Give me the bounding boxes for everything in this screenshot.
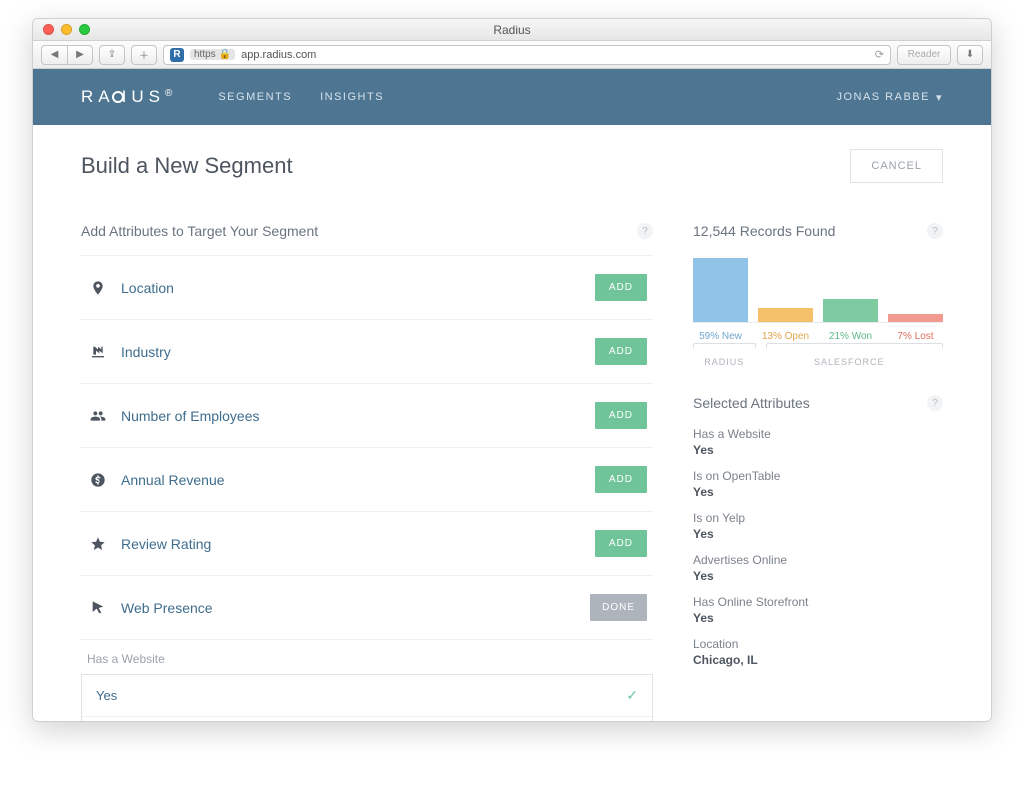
nav-segments[interactable]: SEGMENTS [218, 91, 292, 103]
selected-attribute-value: Yes [693, 485, 943, 499]
selected-attribute-key: Has Online Storefront [693, 595, 943, 609]
chart-source-labels: RADIUS SALESFORCE [693, 357, 943, 367]
chevron-down-icon: ▾ [936, 91, 943, 104]
selected-attribute-value: Yes [693, 443, 943, 457]
primary-nav: SEGMENTS INSIGHTS [218, 91, 384, 103]
selected-attribute: Location Chicago, IL [693, 637, 943, 667]
address-bar[interactable]: R https 🔒 app.radius.com ⟳ [163, 45, 891, 65]
help-icon[interactable]: ? [927, 223, 943, 239]
selected-attribute-value: Yes [693, 527, 943, 541]
selected-attribute: Has a Website Yes [693, 427, 943, 457]
bar-label: 21% Won [823, 331, 878, 342]
add-bookmark-button[interactable]: ＋ [131, 45, 157, 65]
page-viewport: RAIUS® SEGMENTS INSIGHTS JONAS RABBE ▾ B… [33, 69, 991, 721]
selected-attributes-title: Selected Attributes [693, 395, 810, 411]
attribute-label[interactable]: Number of Employees [121, 408, 260, 424]
records-bar-chart [693, 257, 943, 323]
bar [693, 257, 748, 322]
lock-icon: 🔒 [219, 49, 231, 60]
attribute-row: Web Presence DONE [81, 576, 653, 640]
selected-attribute: Has Online Storefront Yes [693, 595, 943, 625]
attribute-row: Location ADD [81, 255, 653, 320]
attribute-label[interactable]: Annual Revenue [121, 472, 225, 488]
selected-attribute: Advertises Online Yes [693, 553, 943, 583]
attribute-label[interactable]: Location [121, 280, 174, 296]
browser-window: Radius ◀ ▶ ⇪ ＋ R https 🔒 app.radius.com … [32, 18, 992, 722]
attribute-label[interactable]: Industry [121, 344, 171, 360]
selected-attribute-value: Yes [693, 611, 943, 625]
selected-attribute-key: Is on Yelp [693, 511, 943, 525]
selected-attribute-key: Is on OpenTable [693, 469, 943, 483]
bar [758, 257, 813, 322]
bar [823, 257, 878, 322]
attribute-row: Annual Revenue ADD [81, 448, 653, 512]
selected-attribute-key: Location [693, 637, 943, 651]
done-button[interactable]: DONE [590, 594, 647, 621]
people-icon [87, 408, 109, 424]
attribute-row: Industry ADD [81, 320, 653, 384]
add-button[interactable]: ADD [595, 274, 647, 301]
industry-icon [87, 344, 109, 360]
dollar-icon [87, 472, 109, 488]
selected-attribute-value: Yes [693, 569, 943, 583]
forward-button[interactable]: ▶ [67, 45, 93, 65]
bar-label: 13% Open [758, 331, 813, 342]
help-icon[interactable]: ? [927, 395, 943, 411]
add-button[interactable]: ADD [595, 466, 647, 493]
records-found-title: 12,544 Records Found [693, 223, 835, 239]
attribute-row: Review Rating ADD [81, 512, 653, 576]
option-yes[interactable]: Yes ✓ [82, 675, 652, 716]
selected-attribute-key: Advertises Online [693, 553, 943, 567]
user-menu[interactable]: JONAS RABBE ▾ [836, 91, 943, 104]
bar-label: 7% Lost [888, 331, 943, 342]
selected-attribute-key: Has a Website [693, 427, 943, 441]
check-icon: ✓ [626, 687, 638, 704]
cursor-icon [87, 600, 109, 616]
selected-attribute: Is on OpenTable Yes [693, 469, 943, 499]
bar [888, 257, 943, 322]
brand-logo[interactable]: RAIUS® [81, 87, 172, 107]
option-list: Yes ✓ No [81, 674, 653, 721]
add-button[interactable]: ADD [595, 530, 647, 557]
bar-label: 59% New [693, 331, 748, 342]
page-title: Build a New Segment [81, 153, 293, 179]
add-button[interactable]: ADD [595, 402, 647, 429]
favicon-icon: R [170, 48, 184, 62]
reader-button[interactable]: Reader [897, 45, 951, 65]
selected-attribute-value: Chicago, IL [693, 653, 943, 667]
option-no[interactable]: No [82, 716, 652, 721]
url-text: app.radius.com [241, 49, 316, 61]
selected-attribute: Is on Yelp Yes [693, 511, 943, 541]
app-header: RAIUS® SEGMENTS INSIGHTS JONAS RABBE ▾ [33, 69, 991, 125]
downloads-button[interactable]: ⬇ [957, 45, 983, 65]
cancel-button[interactable]: CANCEL [850, 149, 943, 183]
attribute-label[interactable]: Review Rating [121, 536, 211, 552]
expanded-sub-label: Has a Website [87, 652, 653, 666]
add-button[interactable]: ADD [595, 338, 647, 365]
help-icon[interactable]: ? [637, 223, 653, 239]
window-title: Radius [33, 23, 991, 37]
star-icon [87, 536, 109, 552]
share-button[interactable]: ⇪ [99, 45, 125, 65]
reload-icon[interactable]: ⟳ [875, 48, 884, 61]
attributes-section-title: Add Attributes to Target Your Segment [81, 223, 318, 239]
back-button[interactable]: ◀ [41, 45, 67, 65]
browser-toolbar: ◀ ▶ ⇪ ＋ R https 🔒 app.radius.com ⟳ Reade… [33, 41, 991, 69]
attribute-label[interactable]: Web Presence [121, 600, 213, 616]
attribute-row: Number of Employees ADD [81, 384, 653, 448]
pin-icon [87, 280, 109, 296]
chart-labels: 59% New 13% Open 21% Won 7% Lost [693, 331, 943, 342]
mac-titlebar: Radius [33, 19, 991, 41]
nav-insights[interactable]: INSIGHTS [320, 91, 384, 103]
https-badge: https 🔒 [190, 49, 235, 60]
